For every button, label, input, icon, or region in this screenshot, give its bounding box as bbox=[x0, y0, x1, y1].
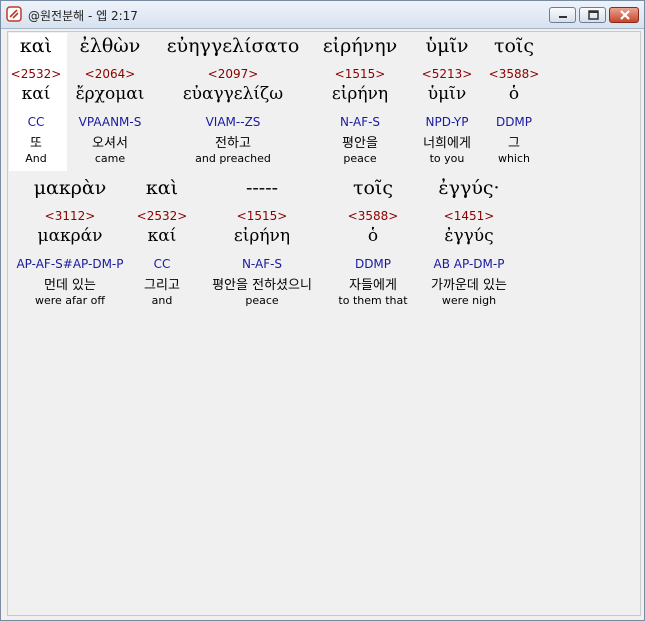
greek-text: ἐγγύς· bbox=[438, 177, 500, 199]
morph-code: NPD-YP bbox=[425, 115, 469, 129]
lemma-text: καί bbox=[147, 226, 177, 246]
english-gloss: peace bbox=[245, 294, 279, 307]
lemma-text: μακράν bbox=[37, 226, 103, 246]
strong-number: <2064> bbox=[84, 67, 136, 81]
english-gloss: and preached bbox=[195, 152, 271, 165]
strong-number: <3588> bbox=[488, 67, 540, 81]
english-gloss: were nigh bbox=[441, 294, 497, 307]
app-icon bbox=[6, 6, 22, 22]
strong-number: <2532> bbox=[136, 209, 188, 223]
strong-number: <2532> bbox=[10, 67, 62, 81]
lemma-text: εἰρήνη bbox=[233, 226, 291, 246]
english-gloss: which bbox=[497, 152, 531, 165]
lemma-text: ὑμῖν bbox=[427, 84, 467, 104]
morph-code: DDMP bbox=[495, 115, 533, 129]
english-gloss: to them that bbox=[338, 294, 408, 307]
korean-gloss: 그 bbox=[508, 136, 520, 151]
greek-text: ----- bbox=[245, 177, 279, 199]
morph-code: AP-AF-S#AP-DM-P bbox=[16, 257, 124, 271]
korean-gloss: 전하고 bbox=[215, 136, 251, 151]
word-column[interactable]: εὐηγγελίσατο <2097> εὐαγγελίζω VIAM--ZS … bbox=[158, 35, 308, 175]
maximize-icon bbox=[588, 10, 599, 20]
window-title: @원전분해 - 엡 2:17 bbox=[28, 9, 138, 23]
strong-number: <1515> bbox=[236, 209, 288, 223]
lemma-text: ἔρχομαι bbox=[75, 84, 145, 104]
close-icon bbox=[620, 10, 630, 20]
korean-gloss: 먼데 있는 bbox=[44, 278, 96, 293]
word-column[interactable]: ----- <1515> εἰρήνη N-AF-S 평안을 전하셨으니 pea… bbox=[194, 177, 330, 317]
morph-code: CC bbox=[27, 115, 45, 129]
greek-text: μακρὰν bbox=[33, 177, 107, 199]
strong-number: <5213> bbox=[421, 67, 473, 81]
word-column[interactable]: καὶ <2532> καί CC 또 And bbox=[10, 35, 62, 175]
lemma-text: ἐγγύς bbox=[444, 226, 494, 246]
word-column[interactable]: εἰρήνην <1515> εἰρήνη N-AF-S 평안을 peace bbox=[314, 35, 406, 175]
greek-text: τοῖς bbox=[493, 35, 535, 57]
word-column[interactable]: ὑμῖν <5213> ὑμῖν NPD-YP 너희에게 to you bbox=[412, 35, 482, 175]
korean-gloss: 평안을 bbox=[342, 136, 378, 151]
word-column[interactable]: ἐλθὼν <2064> ἔρχομαι VPAANM-S 오셔서 came bbox=[68, 35, 152, 175]
morph-code: N-AF-S bbox=[339, 115, 381, 129]
korean-gloss: 또 bbox=[30, 136, 42, 151]
strong-number: <3112> bbox=[44, 209, 96, 223]
close-button[interactable] bbox=[609, 7, 639, 23]
word-column[interactable]: τοῖς <3588> ὁ DDMP 자들에게 to them that bbox=[334, 177, 412, 317]
greek-text: τοῖς bbox=[352, 177, 394, 199]
english-gloss: and bbox=[151, 294, 173, 307]
english-gloss: to you bbox=[429, 152, 465, 165]
lemma-text: εὐαγγελίζω bbox=[182, 84, 284, 104]
app-window: @원전분해 - 엡 2:17 καὶ <2532> καί CC 또 And ἐ… bbox=[0, 0, 645, 621]
morph-code: VPAANM-S bbox=[78, 115, 142, 129]
english-gloss: peace bbox=[343, 152, 377, 165]
greek-text: καὶ bbox=[145, 177, 179, 199]
korean-gloss: 자들에게 bbox=[349, 278, 397, 293]
word-column[interactable]: μακρὰν <3112> μακράν AP-AF-S#AP-DM-P 먼데 … bbox=[10, 177, 130, 317]
analysis-pane[interactable]: καὶ <2532> καί CC 또 And ἐλθὼν <2064> ἔρχ… bbox=[7, 31, 641, 616]
maximize-button[interactable] bbox=[579, 7, 606, 23]
korean-gloss: 너희에게 bbox=[423, 136, 471, 151]
strong-number: <1451> bbox=[443, 209, 495, 223]
korean-gloss: 오셔서 bbox=[92, 136, 128, 151]
lemma-text: ὁ bbox=[508, 84, 520, 104]
greek-text: εἰρήνην bbox=[322, 35, 398, 57]
greek-text: καὶ bbox=[19, 35, 53, 57]
english-gloss: And bbox=[25, 152, 47, 165]
strong-number: <3588> bbox=[347, 209, 399, 223]
morph-code: CC bbox=[153, 257, 171, 271]
morph-code: VIAM--ZS bbox=[205, 115, 261, 129]
morph-code: N-AF-S bbox=[241, 257, 283, 271]
korean-gloss: 가까운데 있는 bbox=[431, 278, 507, 293]
greek-text: ἐλθὼν bbox=[79, 35, 141, 57]
morph-code: DDMP bbox=[354, 257, 392, 271]
strong-number: <1515> bbox=[334, 67, 386, 81]
word-column[interactable]: ἐγγύς· <1451> ἐγγύς AB AP-DM-P 가까운데 있는 w… bbox=[416, 177, 522, 317]
korean-gloss: 그리고 bbox=[144, 278, 180, 293]
lemma-text: εἰρήνη bbox=[331, 84, 389, 104]
lemma-text: ὁ bbox=[367, 226, 379, 246]
greek-text: ὑμῖν bbox=[425, 35, 469, 57]
title-bar[interactable]: @원전분해 - 엡 2:17 bbox=[1, 1, 644, 29]
minimize-icon bbox=[559, 16, 567, 18]
korean-gloss: 평안을 전하셨으니 bbox=[212, 278, 312, 293]
english-gloss: were afar off bbox=[35, 294, 105, 307]
morph-code: AB AP-DM-P bbox=[433, 257, 505, 271]
strong-number: <2097> bbox=[207, 67, 259, 81]
word-column[interactable]: τοῖς <3588> ὁ DDMP 그 which bbox=[486, 35, 542, 175]
lemma-text: καί bbox=[21, 84, 51, 104]
word-column[interactable]: καὶ <2532> καί CC 그리고 and bbox=[134, 177, 190, 317]
greek-text: εὐηγγελίσατο bbox=[166, 35, 300, 57]
minimize-button[interactable] bbox=[549, 7, 576, 23]
english-gloss: came bbox=[94, 152, 126, 165]
